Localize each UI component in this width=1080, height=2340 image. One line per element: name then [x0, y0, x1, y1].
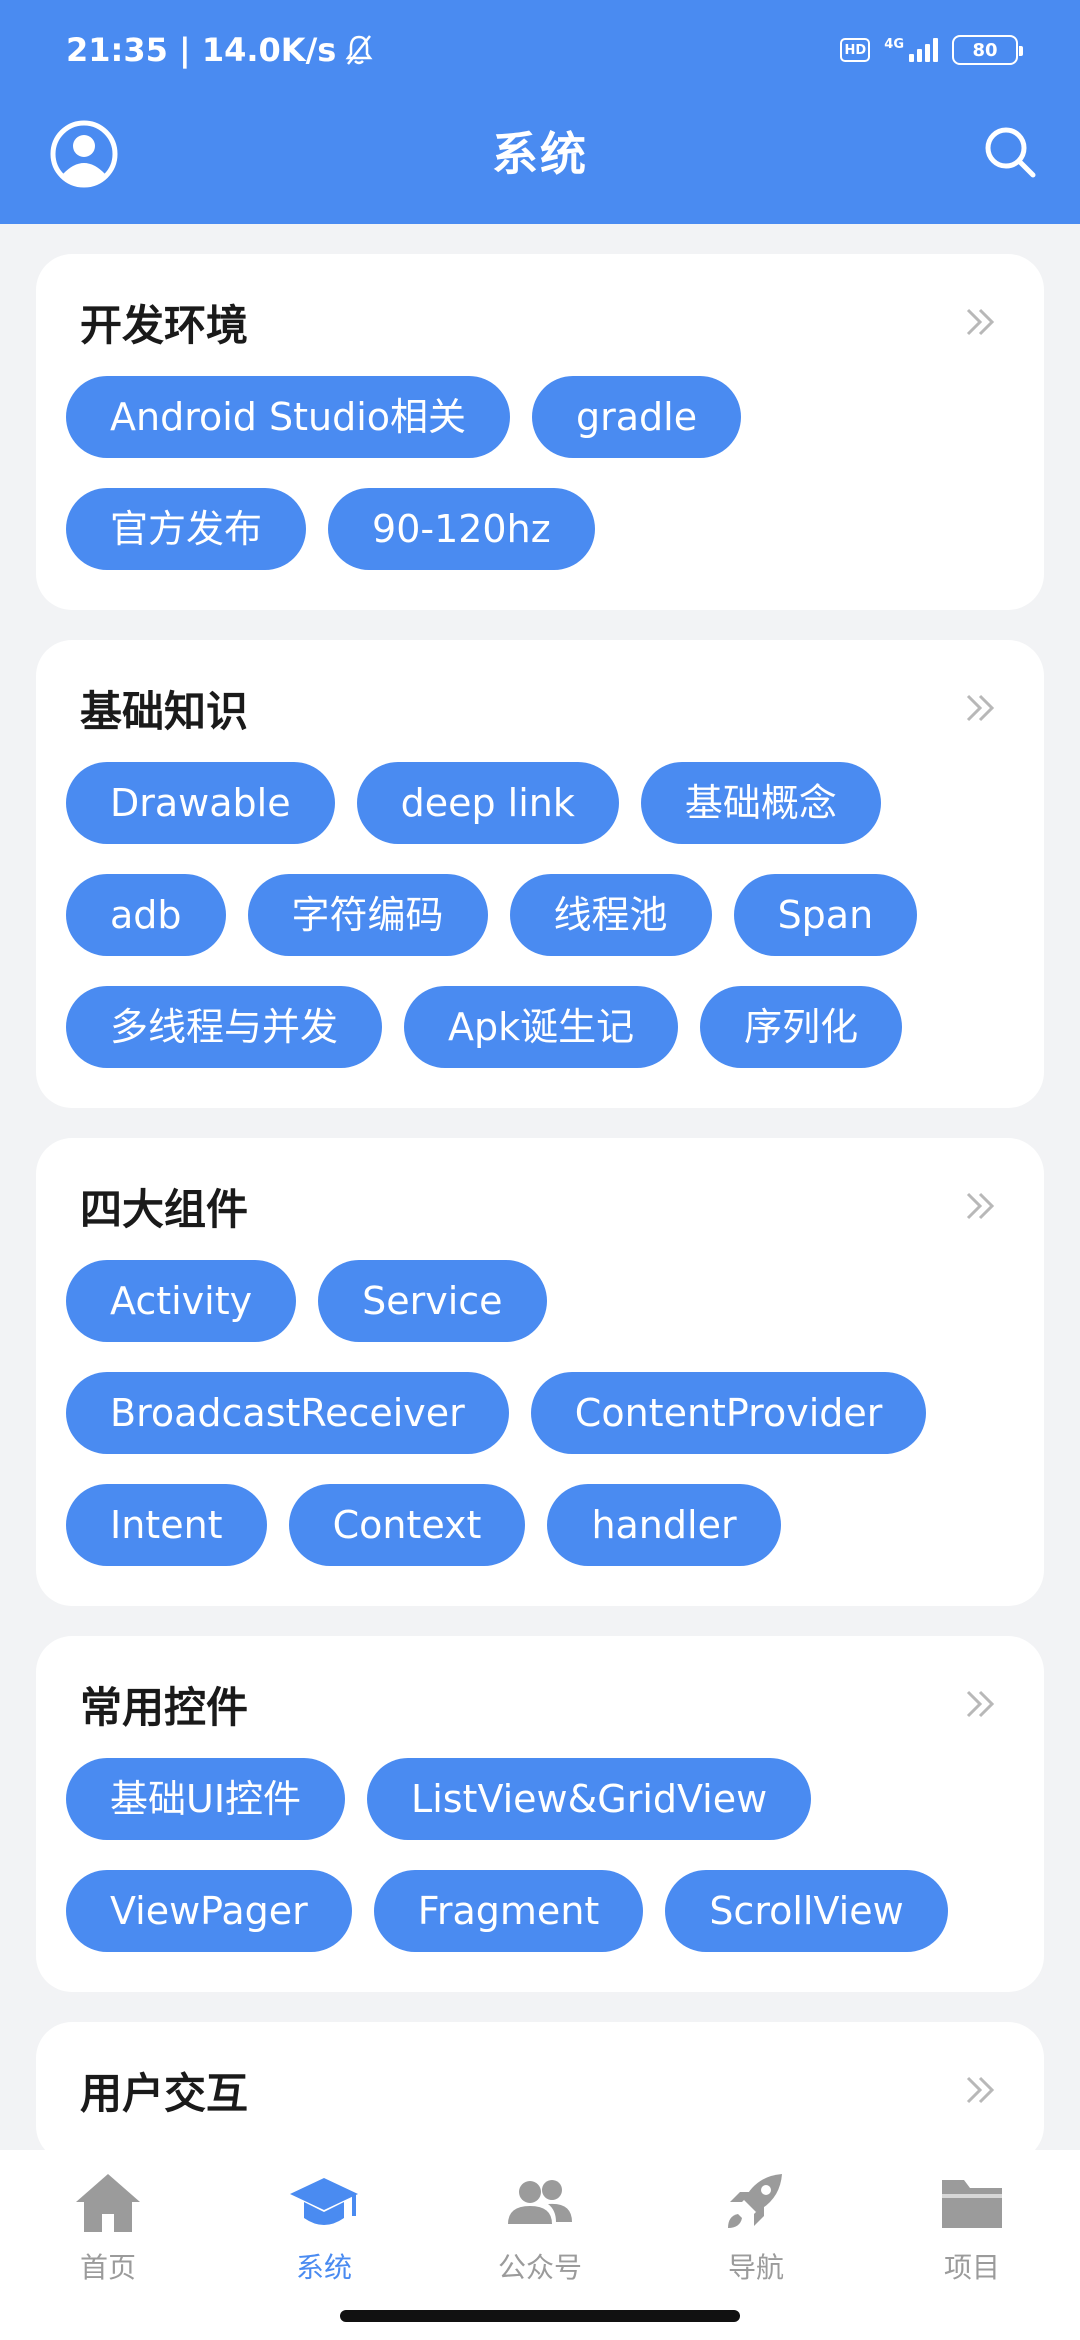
folder-icon	[936, 2170, 1008, 2236]
nav-label: 系统	[295, 2251, 352, 2284]
status-bar-right: HD 4G 80	[840, 28, 1023, 72]
tag-list: Drawable deep link 基础概念 adb 字符编码 线程池 Span 多线程与并…	[66, 762, 1014, 1098]
app-screen: 21:35 | 14.0K/s HD 4G 80 系统 开发环境 Android…	[0, 0, 1080, 2340]
tag-chip[interactable]: deep link	[356, 762, 619, 844]
double-chevron-right-icon[interactable]	[962, 1686, 998, 1722]
search-icon	[985, 127, 1036, 178]
status-time: 21:35 | 14.0K/s	[66, 31, 337, 69]
double-chevron-right-icon[interactable]	[962, 690, 998, 726]
double-chevron-right-icon[interactable]	[962, 304, 998, 340]
network-type: 4G	[884, 37, 904, 52]
tag-chip[interactable]: gradle	[532, 376, 742, 458]
mute-bell-icon	[345, 35, 373, 65]
nav-label: 导航	[727, 2251, 784, 2284]
tag-chip[interactable]: ListView&GridView	[367, 1758, 812, 1840]
nav-label: 项目	[943, 2251, 1000, 2284]
category-title: 四大组件	[80, 1185, 249, 1234]
tag-chip[interactable]: Apk诞生记	[404, 986, 679, 1068]
system-category-list[interactable]: 开发环境 Android Studio相关 gradle 官方发布 90-120hz 基础…	[0, 224, 1080, 2154]
page-title: 系统	[492, 127, 588, 181]
category-title: 常用控件	[80, 1683, 249, 1732]
top-app-bar: 21:35 | 14.0K/s HD 4G 80 系统	[0, 0, 1080, 224]
tag-chip[interactable]: ViewPager	[66, 1870, 352, 1952]
tag-chip[interactable]: handler	[547, 1484, 781, 1566]
battery-level: 80	[972, 39, 998, 61]
tag-list: 基础UI控件 ListView&GridView ViewPager Fragment…	[66, 1758, 1014, 1982]
tag-chip[interactable]: Context	[288, 1484, 526, 1566]
signal-icon: 4G	[884, 38, 938, 62]
tag-chip[interactable]: Android Studio相关	[66, 376, 511, 458]
category-title: 用户交互	[80, 2069, 249, 2118]
nav-label: 公众号	[497, 2251, 582, 2284]
category-title: 开发环境	[80, 301, 249, 350]
tag-chip[interactable]: Activity	[66, 1260, 297, 1342]
tag-chip[interactable]: Fragment	[373, 1870, 644, 1952]
tag-chip[interactable]: ScrollView	[665, 1870, 948, 1952]
tag-chip[interactable]: Span	[733, 874, 918, 956]
tag-chip[interactable]: 字符编码	[247, 874, 488, 956]
category-card: 常用控件基础UI控件 ListView&GridView ViewPager Frag…	[36, 1636, 1044, 1992]
double-chevron-right-icon[interactable]	[962, 1188, 998, 1224]
tag-list: Activity Service BroadcastReceiver ContentP…	[66, 1260, 1014, 1596]
home-indicator[interactable]	[340, 2310, 740, 2322]
nav-item-folder[interactable]: 项目	[864, 2150, 1080, 2340]
tag-chip[interactable]: 90-120hz	[328, 488, 595, 570]
tag-chip[interactable]: 线程池	[509, 874, 712, 956]
double-chevron-right-icon[interactable]	[962, 2072, 998, 2108]
tag-chip[interactable]: 序列化	[700, 986, 903, 1068]
category-card: 基础知识 Drawable deep link 基础概念 adb 字符编码 线程池 Span 多…	[36, 640, 1044, 1108]
tag-chip[interactable]: 官方发布	[66, 488, 307, 570]
tag-chip[interactable]: 多线程与并发	[66, 986, 383, 1068]
home-icon	[72, 2170, 144, 2236]
tag-chip[interactable]: ContentProvider	[530, 1372, 927, 1454]
category-title: 基础知识	[80, 687, 249, 736]
graduation-cap-icon	[288, 2170, 360, 2236]
people-icon	[504, 2170, 576, 2236]
category-card: 开发环境 Android Studio相关 gradle 官方发布 90-120hz	[36, 254, 1044, 610]
search-button[interactable]	[978, 120, 1042, 184]
battery-icon: 80	[952, 35, 1023, 65]
nav-item-home[interactable]: 首页	[0, 2150, 216, 2340]
rocket-icon	[720, 2170, 792, 2236]
tag-chip[interactable]: 基础UI控件	[66, 1758, 346, 1840]
tag-chip[interactable]: BroadcastReceiver	[66, 1372, 509, 1454]
status-bar-left: 21:35 | 14.0K/s	[66, 28, 374, 72]
category-card: 四大组件 Activity Service BroadcastReceiver Cont…	[36, 1138, 1044, 1606]
nav-label: 首页	[79, 2251, 136, 2284]
tag-chip[interactable]: 基础概念	[640, 762, 881, 844]
tag-chip[interactable]: Intent	[66, 1484, 267, 1566]
tag-chip[interactable]: Service	[318, 1260, 547, 1342]
hd-badge: HD	[840, 38, 871, 62]
tag-list: Android Studio相关 gradle 官方发布 90-120hz	[66, 376, 1014, 600]
tag-chip[interactable]: adb	[66, 874, 226, 956]
tag-chip[interactable]: Drawable	[66, 762, 335, 844]
category-card: 用户交互	[36, 2022, 1044, 2154]
